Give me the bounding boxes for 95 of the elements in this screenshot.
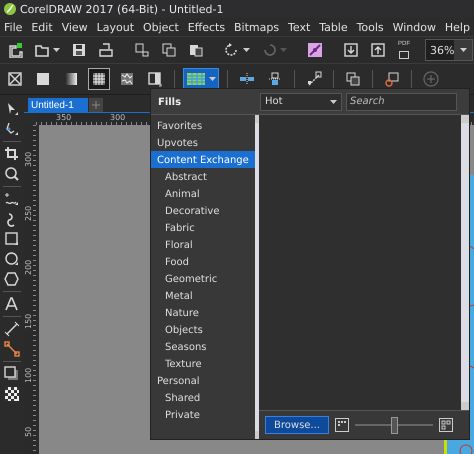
category-item[interactable]: Metal [151,287,255,304]
crop-icon[interactable] [4,146,20,162]
menu-item[interactable]: Tools [356,20,384,34]
drop-shadow-icon[interactable] [4,366,20,382]
export-icon [370,42,386,58]
copy-icon [161,42,177,58]
category-item[interactable]: Food [151,253,255,270]
menu-item[interactable]: Text [288,20,310,34]
new-document-icon [7,42,23,58]
menu-item[interactable]: Help [444,20,470,34]
ruler-label: 300 [110,113,126,122]
category-item[interactable]: Shared [151,389,255,406]
search-field[interactable]: Search [346,92,457,110]
category-item[interactable]: Texture [151,355,255,372]
transform-icon [306,71,322,87]
ruler-label: 350 [56,113,72,122]
line-icon[interactable] [4,321,20,337]
ruler-label: 250 [24,206,33,221]
caret-icon[interactable] [460,48,467,52]
dropdown-button[interactable] [454,40,472,60]
folder-icon [34,42,50,58]
gradient-icon [63,71,79,87]
category-item[interactable]: Seasons [151,338,255,355]
caret-icon[interactable] [243,48,250,52]
scrollbar[interactable] [254,115,259,439]
category-item[interactable]: Upvotes [151,134,255,151]
solid-square-icon [35,71,51,87]
ruler-label: 200 [24,260,33,275]
window-title: CorelDRAW 2017 (64-Bit) - Untitled-1 [20,2,224,16]
category-item[interactable]: Private [151,406,255,423]
pattern-swatch-icon [186,71,206,87]
polygon-icon[interactable] [4,271,20,287]
category-item[interactable]: Nature [151,304,255,321]
zoom-combo[interactable]: 36% [425,39,474,61]
ruler-label: 300 [24,152,33,167]
texture-icon [119,71,135,87]
small-grid-icon[interactable] [335,418,349,432]
large-grid-icon[interactable] [439,418,453,432]
menu-item[interactable]: View [62,20,88,34]
copy-icon [345,71,361,87]
ruler-label: 50 [24,426,33,437]
connect-icon [307,42,323,58]
menu-item[interactable]: Bitmaps [234,20,280,34]
category-item[interactable]: Objects [151,321,255,338]
checker-icon[interactable] [4,386,20,402]
browse-button[interactable]: Browse... [265,416,329,434]
split-horizontal-icon [239,71,255,87]
connector-icon[interactable] [4,341,20,357]
zoom-icon[interactable] [4,166,20,182]
category-item[interactable]: Floral [151,236,255,253]
menu-item[interactable]: Layout [96,20,134,34]
slider-thumb[interactable] [391,416,398,434]
fill-picker-button[interactable] [183,68,219,90]
menu-item[interactable]: Object [142,20,179,34]
menu-item[interactable]: Window [392,20,436,34]
layout-icon [134,42,150,58]
edit-icon [384,71,400,87]
add-icon [423,71,439,87]
rectangle-icon[interactable] [4,231,20,247]
split-vertical-icon [267,71,283,87]
undo-icon [224,42,240,58]
new-tab-button[interactable] [88,98,103,112]
half-square-icon [147,71,163,87]
redo-icon [261,42,277,58]
category-item[interactable]: Personal [151,372,255,389]
category-item[interactable]: Content Exchange [151,151,255,168]
ruler-label: 100 [24,368,33,383]
ruler-label: 150 [24,314,33,329]
grid-pattern-icon [91,71,107,87]
category-item[interactable]: Abstract [151,168,255,185]
menu-item[interactable]: Edit [31,20,53,34]
text-icon[interactable] [4,296,20,312]
category-item[interactable]: Decorative [151,202,255,219]
category-item[interactable]: Favorites [151,117,255,134]
app-logo-icon [4,3,16,15]
print-icon [98,42,114,58]
category-item[interactable]: Animal [151,185,255,202]
menu-item[interactable]: File [4,20,22,34]
pattern-fill-button[interactable] [88,68,110,90]
category-item[interactable]: Fabric [151,219,255,236]
save-icon [71,42,87,58]
sort-dropdown[interactable]: Hot [260,92,342,110]
freehand-icon[interactable] [4,191,20,207]
shape-tool-icon[interactable] [4,121,20,137]
ellipse-icon[interactable] [4,251,20,267]
scrollbar[interactable] [461,115,469,410]
import-icon [343,42,359,58]
category-item[interactable]: Geometric [151,270,255,287]
caret-icon[interactable] [330,100,337,104]
document-tab[interactable]: Untitled-1 [28,98,88,112]
caret-icon[interactable] [53,48,60,52]
paste-icon [188,42,204,58]
menu-item[interactable]: Effects [188,20,226,34]
no-fill-icon [7,71,23,87]
menu-item[interactable]: Table [319,20,348,34]
